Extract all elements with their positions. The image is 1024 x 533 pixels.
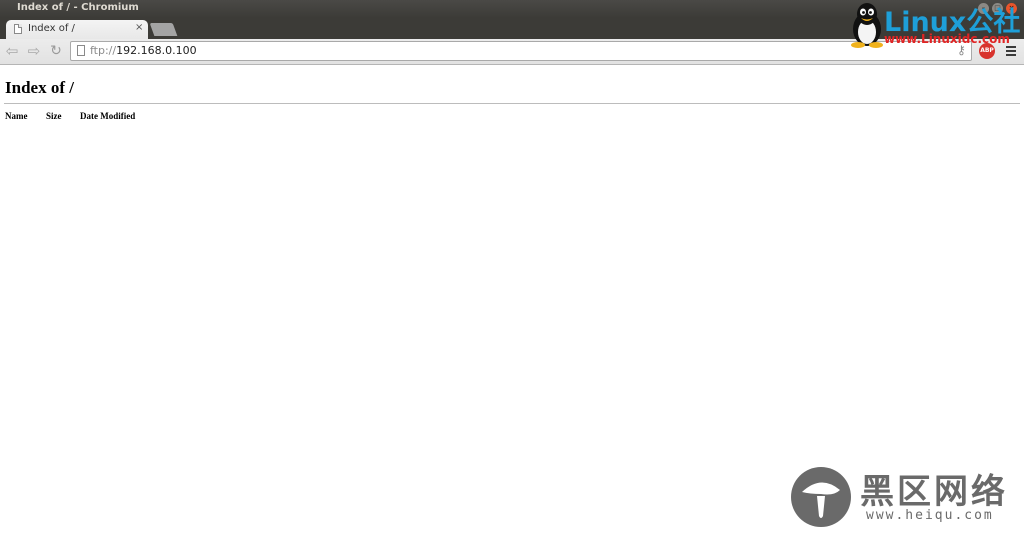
- page-title: Index of /: [5, 78, 74, 97]
- new-tab-button[interactable]: [149, 23, 178, 36]
- mushroom-logo-icon: [791, 467, 851, 527]
- heiqu-watermark: 黑区网络 www.heiqu.com: [790, 466, 1020, 528]
- divider: [4, 103, 1020, 104]
- column-header-date-modified[interactable]: Date Modified: [80, 111, 135, 121]
- browser-window: Index of / - Chromium – □ × Index of / ×…: [0, 0, 1024, 533]
- forward-arrow-icon[interactable]: ⇨: [25, 42, 43, 60]
- page-icon: [14, 24, 22, 34]
- linuxidc-site: www.Linuxidc.com: [884, 32, 1010, 46]
- back-arrow-icon[interactable]: ⇦: [3, 42, 21, 60]
- page-icon: [77, 45, 85, 56]
- tab-close-icon[interactable]: ×: [135, 22, 143, 33]
- url-text[interactable]: ftp://192.168.0.100: [90, 44, 197, 57]
- column-header-name[interactable]: Name: [5, 111, 28, 121]
- url-host: 192.168.0.100: [116, 44, 197, 57]
- window-title: Index of / - Chromium: [17, 2, 139, 13]
- url-scheme: ftp://: [90, 44, 117, 57]
- page-content: Index of / Name Size Date Modified: [0, 65, 1024, 533]
- tux-penguin-icon: [851, 3, 883, 48]
- column-header-size[interactable]: Size: [46, 111, 62, 121]
- heiqu-name: 黑区网络: [860, 472, 1008, 512]
- tab-title: Index of /: [28, 23, 75, 34]
- address-bar[interactable]: ftp://192.168.0.100 ⚷: [70, 41, 972, 61]
- tab-index[interactable]: Index of / ×: [6, 20, 148, 39]
- heiqu-site: www.heiqu.com: [866, 508, 994, 523]
- linuxidc-watermark: Linux公社 www.Linuxidc.com: [848, 2, 1024, 50]
- reload-icon[interactable]: ↻: [47, 42, 65, 60]
